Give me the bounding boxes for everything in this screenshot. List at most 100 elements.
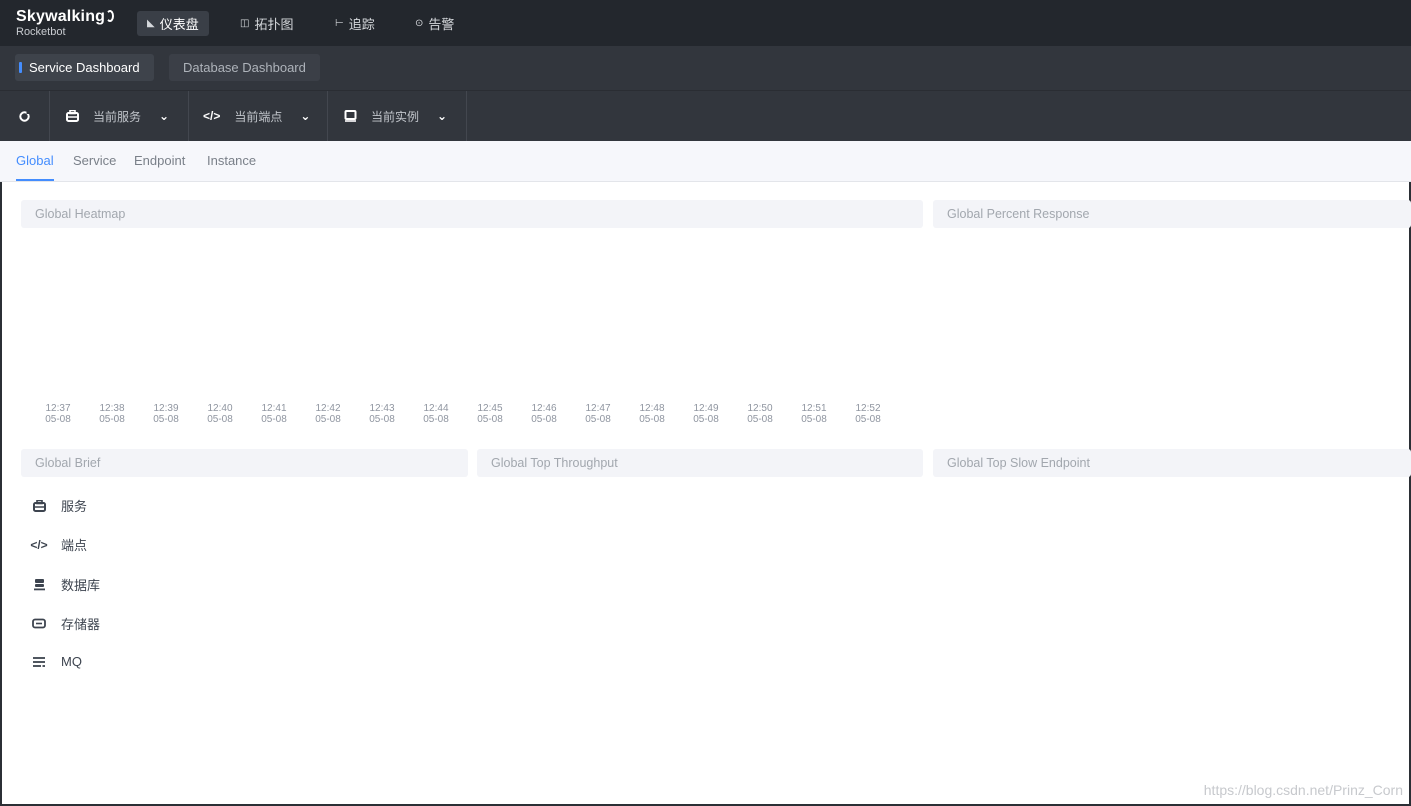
database-icon bbox=[30, 578, 48, 591]
tick-date: 05-08 bbox=[261, 414, 287, 425]
nav-alarm-label: 告警 bbox=[428, 17, 455, 32]
brief-item-label: 端点 bbox=[61, 538, 88, 553]
alarm-icon: ⊙ bbox=[415, 18, 424, 29]
tab-endpoint[interactable]: Endpoint bbox=[134, 153, 185, 168]
brief-item-label: MQ bbox=[61, 654, 82, 669]
heatmap-axis-tick: 12:49 05-08 bbox=[691, 403, 721, 425]
tab-service-dashboard[interactable]: Service Dashboard bbox=[15, 54, 154, 81]
instance-selector[interactable]: 当前实例 ⌄ bbox=[328, 91, 467, 141]
tick-time: 12:50 bbox=[747, 403, 773, 414]
tab-instance[interactable]: Instance bbox=[207, 153, 256, 168]
tab-global[interactable]: Global bbox=[16, 153, 54, 181]
brief-item-label: 存储器 bbox=[61, 617, 101, 632]
heatmap-axis-tick: 12:37 05-08 bbox=[43, 403, 73, 425]
tick-time: 12:49 bbox=[693, 403, 719, 414]
heatmap-axis-tick: 12:39 05-08 bbox=[151, 403, 181, 425]
tick-time: 12:52 bbox=[855, 403, 881, 414]
nav-topology-label: 拓扑图 bbox=[254, 17, 294, 32]
instance-icon bbox=[344, 110, 357, 122]
heatmap-axis-tick: 12:40 05-08 bbox=[205, 403, 235, 425]
endpoint-selector-label: 当前端点 bbox=[234, 109, 283, 124]
watermark: https://blog.csdn.net/Prinz_Corn bbox=[1203, 782, 1403, 798]
tab-service-label: Service bbox=[73, 153, 117, 168]
heatmap-axis-tick: 12:38 05-08 bbox=[97, 403, 127, 425]
heatmap-axis-tick: 12:47 05-08 bbox=[583, 403, 613, 425]
tick-time: 12:42 bbox=[315, 403, 341, 414]
chevron-down-icon: ⌄ bbox=[437, 109, 448, 123]
app-logo: Skywalking Rocketbot bbox=[16, 8, 115, 38]
tick-date: 05-08 bbox=[531, 414, 557, 425]
tab-service[interactable]: Service bbox=[73, 153, 116, 168]
brief-item-database: 数据库 bbox=[30, 575, 100, 594]
tick-time: 12:38 bbox=[99, 403, 125, 414]
brief-item-label: 服务 bbox=[61, 499, 88, 514]
tab-instance-label: Instance bbox=[207, 153, 257, 168]
nav-dashboard[interactable]: ◣ 仪表盘 bbox=[137, 11, 209, 36]
brief-item-storage: 存储器 bbox=[30, 614, 100, 633]
storage-icon bbox=[30, 618, 48, 629]
heatmap-axis-tick: 12:52 05-08 bbox=[853, 403, 883, 425]
tick-date: 05-08 bbox=[855, 414, 881, 425]
dashboard-icon: ◣ bbox=[147, 18, 155, 29]
brief-item-endpoint: </> 端点 bbox=[30, 535, 87, 554]
tick-time: 12:41 bbox=[261, 403, 287, 414]
heatmap-axis-tick: 12:41 05-08 bbox=[259, 403, 289, 425]
nav-alarm[interactable]: ⊙ 告警 bbox=[405, 11, 464, 36]
heatmap-axis-tick: 12:46 05-08 bbox=[529, 403, 559, 425]
topology-icon: ◫ bbox=[240, 18, 250, 29]
service-icon bbox=[66, 110, 79, 122]
heatmap-axis-tick: 12:48 05-08 bbox=[637, 403, 667, 425]
tick-date: 05-08 bbox=[99, 414, 125, 425]
panel-title-heatmap: Global Heatmap bbox=[21, 200, 923, 228]
instance-selector-label: 当前实例 bbox=[371, 109, 420, 124]
panel-title-percent-response: Global Percent Response bbox=[933, 200, 1411, 228]
brief-item-service: 服务 bbox=[30, 496, 87, 515]
tick-date: 05-08 bbox=[207, 414, 233, 425]
nav-trace[interactable]: ⊢ 追踪 bbox=[325, 11, 385, 36]
dashboard-tabs: Service Dashboard Database Dashboard bbox=[0, 46, 1411, 91]
panel-title-top-throughput: Global Top Throughput bbox=[477, 449, 923, 477]
tick-time: 12:44 bbox=[423, 403, 449, 414]
tick-date: 05-08 bbox=[801, 414, 827, 425]
endpoint-selector[interactable]: </> 当前端点 ⌄ bbox=[189, 91, 328, 141]
tick-time: 12:40 bbox=[207, 403, 233, 414]
tick-date: 05-08 bbox=[477, 414, 503, 425]
logo-ring-icon bbox=[106, 10, 115, 22]
tick-date: 05-08 bbox=[45, 414, 71, 425]
tick-time: 12:48 bbox=[639, 403, 665, 414]
nav-topology[interactable]: ◫ 拓扑图 bbox=[230, 11, 303, 36]
tick-date: 05-08 bbox=[693, 414, 719, 425]
toolbar: 当前服务 ⌄ </> 当前端点 ⌄ 当前实例 ⌄ bbox=[0, 91, 1411, 141]
tick-time: 12:39 bbox=[153, 403, 179, 414]
tick-date: 05-08 bbox=[153, 414, 179, 425]
heatmap-axis-tick: 12:50 05-08 bbox=[745, 403, 775, 425]
brief-item-label: 数据库 bbox=[61, 578, 101, 593]
chevron-down-icon: ⌄ bbox=[159, 109, 170, 123]
heatmap-axis-tick: 12:45 05-08 bbox=[475, 403, 505, 425]
heatmap-axis-tick: 12:51 05-08 bbox=[799, 403, 829, 425]
trace-icon: ⊢ bbox=[335, 18, 344, 29]
endpoint-icon: </> bbox=[203, 109, 221, 123]
top-nav: Skywalking Rocketbot ◣ 仪表盘 ◫ 拓扑图 ⊢ 追踪 ⊙ … bbox=[0, 0, 1411, 46]
panel-title-top-slow-endpoint: Global Top Slow Endpoint bbox=[933, 449, 1411, 477]
tab-service-dashboard-label: Service Dashboard bbox=[29, 60, 140, 75]
tab-endpoint-label: Endpoint bbox=[134, 153, 186, 168]
refresh-button[interactable] bbox=[0, 91, 50, 141]
heatmap-axis-tick: 12:42 05-08 bbox=[313, 403, 343, 425]
mq-icon bbox=[30, 656, 48, 668]
tick-time: 12:45 bbox=[477, 403, 503, 414]
tab-database-dashboard[interactable]: Database Dashboard bbox=[169, 54, 320, 81]
tab-global-label: Global bbox=[16, 153, 54, 168]
tick-date: 05-08 bbox=[423, 414, 449, 425]
app-name: Skywalking bbox=[16, 8, 106, 25]
service-selector-label: 当前服务 bbox=[93, 109, 142, 124]
refresh-icon bbox=[19, 110, 30, 122]
heatmap-axis-tick: 12:43 05-08 bbox=[367, 403, 397, 425]
chevron-down-icon: ⌄ bbox=[300, 109, 311, 123]
tick-date: 05-08 bbox=[315, 414, 341, 425]
service-selector[interactable]: 当前服务 ⌄ bbox=[50, 91, 189, 141]
tick-time: 12:46 bbox=[531, 403, 557, 414]
tick-date: 05-08 bbox=[747, 414, 773, 425]
tick-date: 05-08 bbox=[585, 414, 611, 425]
tick-date: 05-08 bbox=[369, 414, 395, 425]
